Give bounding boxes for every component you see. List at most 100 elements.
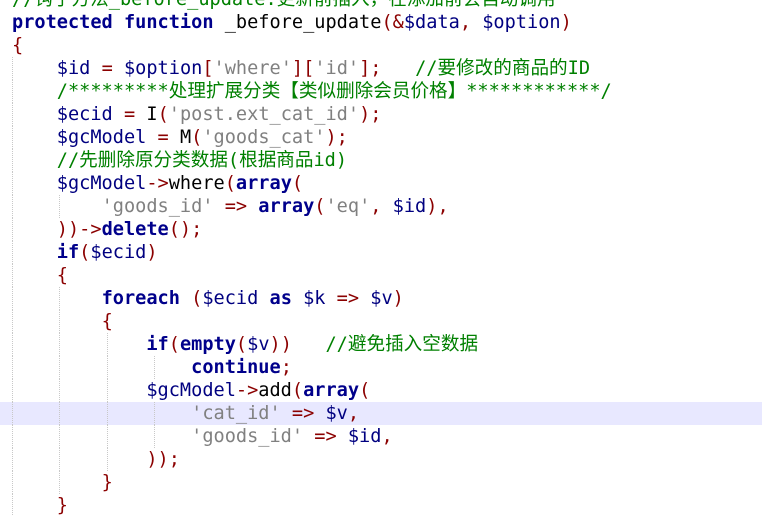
indent-guide <box>12 494 13 515</box>
variable: $data <box>403 12 460 33</box>
keyword: array <box>235 173 292 194</box>
operator: => <box>213 196 259 217</box>
brace: } <box>56 495 68 515</box>
paren: ( <box>359 380 371 401</box>
keyword: continue <box>191 357 281 378</box>
indent-guide <box>59 402 60 425</box>
keyword: array <box>303 380 360 401</box>
comment: /*********处理扩展分类【类似删除会员价格】************/ <box>56 81 612 102</box>
code-line-7[interactable]: //先删除原分类数据(根据商品id) <box>0 149 762 172</box>
operator: => <box>280 403 326 424</box>
indent-guide <box>12 333 13 356</box>
code-line-21[interactable]: } <box>0 471 762 494</box>
string: 'goods_id' <box>101 196 214 217</box>
indent-guide <box>107 379 108 402</box>
indent-guide <box>12 402 13 425</box>
variable: $v <box>325 403 348 424</box>
code-line-18-current[interactable]: 'cat_id' => $v, <box>0 402 762 425</box>
code-line-19[interactable]: 'goods_id' => $id, <box>0 425 762 448</box>
comment: //先删除原分类数据(根据商品id) <box>56 150 348 171</box>
paren: ( <box>168 334 180 355</box>
indent-guide <box>12 287 13 310</box>
indent-guide <box>59 287 60 310</box>
indent-guide <box>12 57 13 80</box>
indent-guide <box>12 356 13 379</box>
code-line-16[interactable]: continue; <box>0 356 762 379</box>
indent-guide <box>59 356 60 379</box>
indent-guide <box>107 402 108 425</box>
code-line-5[interactable]: $ecid = I('post.ext_cat_id'); <box>0 103 762 126</box>
operator: => <box>325 288 371 309</box>
indent-guide <box>154 356 155 379</box>
operator: -> <box>235 380 259 401</box>
paren: ( <box>157 104 169 125</box>
variable: $ecid <box>56 104 113 125</box>
brace: { <box>101 311 113 332</box>
bracket: ] <box>359 58 371 79</box>
string: 'eq' <box>325 196 371 217</box>
variable: $k <box>303 288 326 309</box>
variable: $ecid <box>90 242 147 263</box>
code-editor[interactable]: //钩子方法_before_update:更新前插入，在添加前会自动调用 pro… <box>0 0 762 515</box>
string: 'goods_cat' <box>202 127 326 148</box>
code-line-10[interactable]: ))->delete(); <box>0 218 762 241</box>
code-line-2[interactable]: { <box>0 34 762 57</box>
punctuation: , <box>370 196 393 217</box>
paren: (); <box>168 219 203 240</box>
comment: //钩子方法_before_update:更新前插入，在添加前会自动调用 <box>12 0 556 10</box>
indent-guide <box>12 172 13 195</box>
method-call: where <box>168 173 225 194</box>
code-lines: //钩子方法_before_update:更新前插入，在添加前会自动调用 pro… <box>0 0 762 515</box>
punctuation: ; <box>370 58 382 79</box>
operator: = <box>146 127 180 148</box>
paren: ( <box>291 380 304 401</box>
keyword: protected <box>12 12 113 33</box>
code-line-9[interactable]: 'goods_id' => array('eq', $id), <box>0 195 762 218</box>
code-line-0[interactable]: //钩子方法_before_update:更新前插入，在添加前会自动调用 <box>0 0 762 11</box>
indent-guide <box>59 379 60 402</box>
paren: ( <box>79 242 91 263</box>
indent-guide <box>12 448 13 471</box>
operator: => <box>303 426 348 447</box>
indent-guide <box>59 448 60 471</box>
code-line-3[interactable]: $id = $option['where']['id']; //要修改的商品的I… <box>0 57 762 80</box>
comment: //避免插入空数据 <box>291 334 479 355</box>
keyword: if <box>56 242 80 263</box>
variable: $id <box>56 58 91 79</box>
code-line-14[interactable]: { <box>0 310 762 333</box>
indent-guide <box>154 402 155 425</box>
keyword: foreach <box>101 288 180 309</box>
paren: ) <box>392 288 404 309</box>
indent-guide <box>12 103 13 126</box>
code-line-12[interactable]: { <box>0 264 762 287</box>
string: 'post.ext_cat_id' <box>168 104 360 125</box>
variable: $option <box>482 12 561 33</box>
code-line-13[interactable]: foreach ($ecid as $k => $v) <box>0 287 762 310</box>
code-line-4[interactable]: /*********处理扩展分类【类似删除会员价格】************/ <box>0 80 762 103</box>
code-line-1[interactable]: protected function _before_update(&$data… <box>0 11 762 34</box>
keyword: empty <box>179 334 236 355</box>
paren: ) <box>146 242 158 263</box>
indent-guide <box>107 425 108 448</box>
bracket: ][ <box>291 58 315 79</box>
variable: $gcModel <box>56 173 147 194</box>
code-line-17[interactable]: $gcModel->add(array( <box>0 379 762 402</box>
code-line-20[interactable]: )); <box>0 448 762 471</box>
variable: $gcModel <box>146 380 236 401</box>
paren: ))-> <box>56 219 102 240</box>
code-line-8[interactable]: $gcModel->where(array( <box>0 172 762 195</box>
indent-guide <box>12 425 13 448</box>
indent-guide <box>12 195 13 218</box>
indent-guide <box>12 80 13 103</box>
code-line-15[interactable]: if(empty($v)) //避免插入空数据 <box>0 333 762 356</box>
paren: ( <box>381 12 393 33</box>
paren: )) <box>269 334 292 355</box>
code-line-22[interactable]: } <box>0 494 762 515</box>
code-line-6[interactable]: $gcModel = M('goods_cat'); <box>0 126 762 149</box>
operator: = <box>112 104 147 125</box>
indent-guide <box>12 471 13 494</box>
indent-guide <box>59 310 60 333</box>
code-line-11[interactable]: if($ecid) <box>0 241 762 264</box>
indent-guide <box>12 218 13 241</box>
operator: & <box>392 12 404 33</box>
